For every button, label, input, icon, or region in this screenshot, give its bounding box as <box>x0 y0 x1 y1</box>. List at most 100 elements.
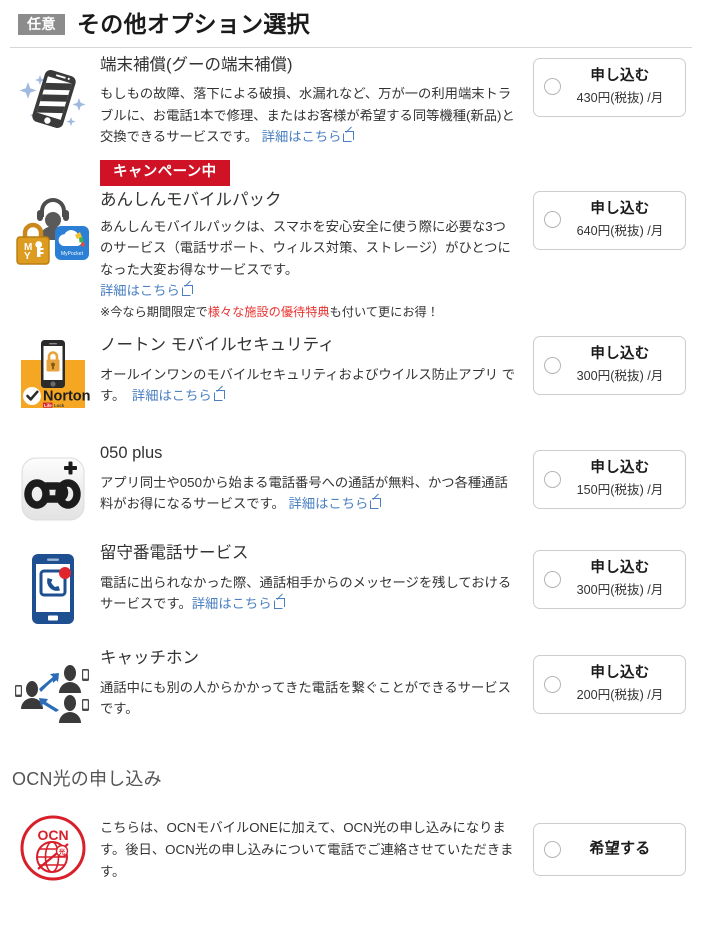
apply-button-label: 申し込む <box>590 560 650 577</box>
ocn-option-row: OCN 光 こちらは、OCNモバイルONEに加えて、OCN光の申し込みになります… <box>0 801 702 889</box>
svg-text:Lock: Lock <box>54 403 65 408</box>
apply-button-texts: 申し込む 640円(税抜) /月 <box>568 199 677 241</box>
ocn-apply-label: 希望する <box>589 840 651 858</box>
svg-text:Life: Life <box>44 403 52 408</box>
option-title: あんしんモバイルパック <box>100 190 282 209</box>
radio-icon[interactable] <box>543 840 561 858</box>
option-description: もしもの故障、落下による破損、水漏れなど、万が一の利用端末トラブルに、お電話1本… <box>100 83 516 148</box>
option-title: キャッチホン <box>100 649 199 668</box>
detail-link[interactable]: 詳細はこちら <box>192 593 285 611</box>
apply-button-price: 300円(税抜) /月 <box>576 369 664 384</box>
option-action: 申し込む 200円(税抜) /月 <box>524 647 694 715</box>
option-row: 端末補償(グーの端末補償) もしもの故障、落下による破損、水漏れなど、万が一の利… <box>0 48 702 154</box>
option-row: 050 plus アプリ同士や050から始まる電話番号への通話が無料、かつ各種通… <box>0 436 702 536</box>
radio-icon[interactable] <box>543 470 561 488</box>
option-description: アプリ同士や050から始まる電話番号への通話が無料、かつ各種通話料がお得になるサ… <box>100 472 516 515</box>
apply-button[interactable]: 申し込む 300円(税抜) /月 <box>532 336 686 396</box>
ocn-apply-button[interactable]: 希望する <box>532 823 686 877</box>
ocn-option-action: 希望する <box>524 807 694 877</box>
option-description: あんしんモバイルパックは、スマホを安心安全に使う際に必要な3つのサービス（電話サ… <box>100 216 516 281</box>
radio-icon[interactable] <box>543 211 561 229</box>
apply-button-label: 申し込む <box>590 68 650 84</box>
option-action: 申し込む 150円(税抜) /月 <box>524 442 694 510</box>
radio-icon[interactable] <box>543 570 561 588</box>
svg-text:OCN: OCN <box>37 827 68 843</box>
external-link-icon <box>181 280 193 297</box>
apply-button-label: 申し込む <box>590 200 650 217</box>
apply-button-texts: 申し込む 300円(税抜) /月 <box>568 558 677 600</box>
detail-link-label: 詳細はこちら <box>288 496 369 512</box>
apply-button[interactable]: 申し込む 200円(税抜) /月 <box>532 655 686 715</box>
option-body: ノートン モバイルセキュリティ オールインワンのモバイルセキュリティおよびウイル… <box>100 334 524 406</box>
option-description: 電話に出られなかった際、通話相手からのメッセージを残しておけるサービスです。詳細… <box>100 572 516 615</box>
lock-headset-cloud-icon: M Y MyPocket <box>6 160 100 268</box>
svg-text:Y: Y <box>24 251 31 262</box>
option-description: 通話中にも別の人からかかってきた電話を繋ぐことができるサービスです。 <box>100 677 516 720</box>
apply-button-label: 申し込む <box>590 460 650 477</box>
option-description-text: 通話中にも別の人からかかってきた電話を繋ぐことができるサービスです。 <box>100 679 511 717</box>
option-title: 留守番電話サービス <box>100 544 249 563</box>
apply-button[interactable]: 申し込む 430円(税抜) /月 <box>532 58 686 117</box>
option-action: 申し込む 640円(税抜) /月 <box>524 160 694 250</box>
external-link-icon <box>213 385 225 402</box>
apply-button[interactable]: 申し込む 300円(税抜) /月 <box>532 550 686 610</box>
option-row: M Y MyPocket キャンペーン中 あんしんモバイルパック あんしんモバイ… <box>0 154 702 329</box>
option-body: キャンペーン中 あんしんモバイルパック あんしんモバイルパックは、スマホを安心安… <box>100 159 524 323</box>
norton-shield-phone-icon: Norton Life Lock <box>6 334 100 418</box>
radio-icon[interactable] <box>543 356 561 374</box>
note-prefix: ※今なら期間限定で <box>100 304 208 319</box>
ocn-section-heading: OCN光の申し込み <box>12 769 162 790</box>
option-body: 端末補償(グーの端末補償) もしもの故障、落下による破損、水漏れなど、万が一の利… <box>100 54 524 148</box>
option-row: 留守番電話サービス 電話に出られなかった際、通話相手からのメッセージを残しておけ… <box>0 536 702 641</box>
detail-link-label: 詳細はこちら <box>100 283 180 299</box>
apply-button-texts: 申し込む 430円(税抜) /月 <box>568 66 677 108</box>
ocn-hikari-section: OCN光の申し込み OCN 光 こちらは、OCNモバイルONEに加えて、OCN光… <box>0 765 702 889</box>
apply-button-price: 200円(税抜) /月 <box>576 688 664 703</box>
050-plus-app-icon <box>6 442 100 522</box>
option-row: キャッチホン 通話中にも別の人からかかってきた電話を繋ぐことができるサービスです… <box>0 641 702 741</box>
option-title: 050 plus <box>100 444 163 463</box>
external-link-icon <box>273 593 285 610</box>
option-description: オールインワンのモバイルセキュリティおよびウイルス防止アプリ です。 詳細はこち… <box>100 364 516 407</box>
option-action: 申し込む 430円(税抜) /月 <box>524 54 694 117</box>
detail-link-label: 詳細はこちら <box>261 129 342 145</box>
campaign-badge: キャンペーン中 <box>100 159 230 186</box>
option-body: キャッチホン 通話中にも別の人からかかってきた電話を繋ぐことができるサービスです… <box>100 647 524 719</box>
detail-link[interactable]: 詳細はこちら <box>100 280 193 299</box>
call-waiting-people-icon <box>6 647 100 727</box>
radio-icon[interactable] <box>543 78 561 96</box>
detail-link[interactable]: 詳細はこちら <box>132 385 225 403</box>
external-link-icon <box>370 493 381 510</box>
option-detail-link-line: 詳細はこちら <box>100 280 516 302</box>
detail-link[interactable]: 詳細はこちら <box>288 493 382 512</box>
apply-button-price: 150円(税抜) /月 <box>576 483 664 498</box>
svg-text:MyPocket: MyPocket <box>61 251 84 257</box>
optional-badge: 任意 <box>18 13 65 35</box>
external-link-icon <box>343 126 354 143</box>
apply-button-price: 430円(税抜) /月 <box>576 91 664 106</box>
detail-link[interactable]: 詳細はこちら <box>261 126 355 145</box>
apply-button-texts: 申し込む 150円(税抜) /月 <box>568 458 677 500</box>
ocn-option-body: こちらは、OCNモバイルONEに加えて、OCN光の申し込みになります。後日、OC… <box>100 807 524 882</box>
option-description-text: あんしんモバイルパックは、スマホを安心安全に使う際に必要な3つのサービス（電話サ… <box>100 218 511 277</box>
note-suffix: も付いて更にお得！ <box>329 304 439 319</box>
radio-icon[interactable] <box>543 675 561 693</box>
option-action: 申し込む 300円(税抜) /月 <box>524 334 694 396</box>
apply-button[interactable]: 申し込む 640円(税抜) /月 <box>532 190 686 250</box>
svg-text:光: 光 <box>58 847 66 856</box>
apply-button-price: 300円(税抜) /月 <box>576 583 664 598</box>
sparkle-smartphone-icon <box>6 54 100 136</box>
option-row: Norton Life Lock ノートン モバイルセキュリティ オールインワン… <box>0 328 702 436</box>
apply-button-label: 申し込む <box>590 346 650 363</box>
option-title: ノートン モバイルセキュリティ <box>100 336 335 355</box>
option-body: 留守番電話サービス 電話に出られなかった際、通話相手からのメッセージを残しておけ… <box>100 542 524 614</box>
option-campaign-note: ※今なら期間限定で様々な施設の優待特典も付いて更にお得！ <box>100 303 516 323</box>
option-body: 050 plus アプリ同士や050から始まる電話番号への通話が無料、かつ各種通… <box>100 442 524 514</box>
page-header: 任意 その他オプション選択 <box>0 0 702 38</box>
apply-button-texts: 申し込む 300円(税抜) /月 <box>568 344 677 386</box>
apply-button[interactable]: 申し込む 150円(税抜) /月 <box>532 450 686 510</box>
voicemail-phone-icon <box>6 542 100 626</box>
ocn-hikari-logo-icon: OCN 光 <box>6 807 100 883</box>
option-description-text: 電話に出られなかった際、通話相手からのメッセージを残しておけるサービスです。 <box>100 574 512 612</box>
campaign-ribbon-wrap: キャンペーン中 <box>100 159 516 189</box>
